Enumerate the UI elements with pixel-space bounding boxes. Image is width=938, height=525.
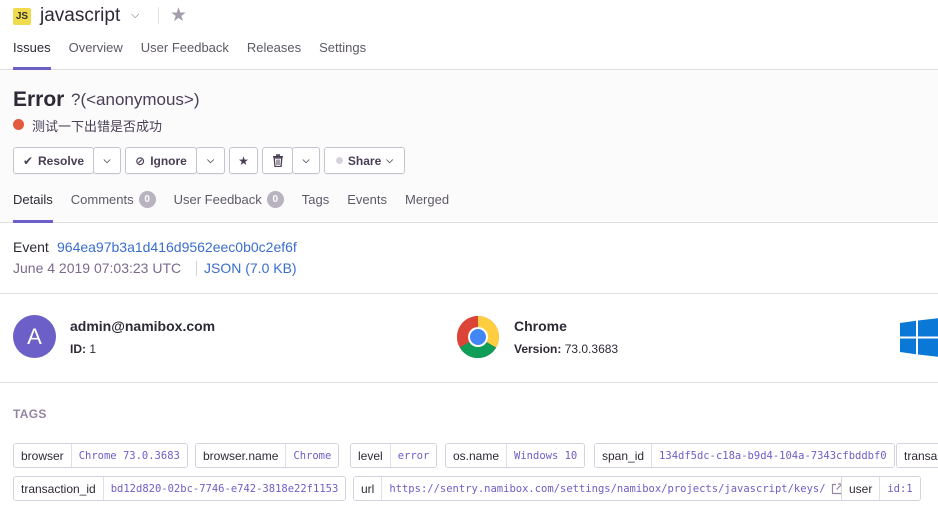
tag-pill[interactable]: transa (896, 443, 938, 468)
header-divider (158, 7, 159, 24)
event-label: Event (13, 239, 49, 255)
star-icon: ★ (238, 153, 249, 168)
feedback-count-badge: 0 (266, 191, 284, 208)
user-id: ID: 1 (70, 342, 97, 356)
event-date: June 4 2019 07:03:23 UTC (13, 260, 182, 276)
tag-value[interactable]: 134df5dc-c18a-b9d4-104a-7343cfbddbf0 (652, 444, 894, 467)
windows-logo-icon (900, 318, 938, 357)
tag-pill[interactable]: transaction_id bd12d820-02bc-7746-e742-3… (13, 476, 347, 501)
bookmark-star-icon[interactable]: ★ (170, 4, 187, 27)
share-button[interactable]: Share ⌵ (324, 147, 405, 174)
error-level-dot (13, 119, 24, 130)
tag-pill[interactable]: os.name Windows 10 (445, 443, 586, 468)
tag-pill[interactable]: browser.name Chrome (195, 443, 340, 468)
share-label: Share (347, 153, 382, 168)
tag-pill[interactable]: browser Chrome 73.0.3683 (13, 443, 188, 468)
resolve-dropdown-button[interactable]: ⌵ (93, 147, 121, 174)
issue-tabs: Details Comments 0 User Feedback 0 Tags … (13, 191, 467, 223)
tab-details[interactable]: Details (13, 192, 53, 223)
user-name: admin@namibox.com (70, 318, 216, 334)
chevron-down-icon: ⌵ (302, 155, 310, 165)
tab-events[interactable]: Events (347, 192, 387, 223)
project-name[interactable]: javascript (40, 5, 120, 27)
tag-value[interactable]: Chrome 73.0.3683 (71, 444, 187, 467)
tag-value[interactable]: https://sentry.namibox.com/settings/nami… (382, 477, 831, 500)
ignore-circle-icon: ⊘ (135, 153, 146, 168)
tab-comments[interactable]: Comments 0 (71, 191, 156, 223)
tab-user-feedback[interactable]: User Feedback 0 (174, 191, 284, 223)
nav-settings[interactable]: Settings (319, 40, 366, 70)
issue-culprit: ?(<anonymous>) (71, 90, 200, 109)
tag-value[interactable]: Windows 10 (507, 444, 585, 467)
meta-divider (196, 261, 197, 276)
event-meta: Event 964ea97b3a1d416d9562eec0b0c2ef6f J… (0, 223, 938, 294)
project-header: JS javascript ⌵ ★ Issues Overview User F… (0, 0, 938, 70)
user-avatar: A (13, 315, 56, 358)
tag-value[interactable]: id:1 (880, 477, 920, 500)
tag-value[interactable]: error (390, 444, 437, 467)
bookmark-button[interactable]: ★ (229, 147, 258, 174)
delete-dropdown-button[interactable]: ⌵ (292, 147, 320, 174)
share-status-dot (335, 157, 343, 164)
issue-title: Error (13, 88, 65, 111)
event-id-link[interactable]: 964ea97b3a1d416d9562eec0b0c2ef6f (57, 239, 297, 255)
tag-key: span_id (595, 444, 653, 467)
browser-name: Chrome (514, 318, 567, 334)
tag-key: os.name (446, 444, 508, 467)
ignore-dropdown-button[interactable]: ⌵ (196, 147, 225, 174)
tag-value[interactable]: bd12d820-02bc-7746-e742-3818e22f1153 (103, 477, 346, 500)
resolve-label: Resolve (38, 153, 85, 168)
nav-overview[interactable]: Overview (69, 40, 123, 70)
tag-pill[interactable]: user id:1 (841, 476, 921, 501)
nav-user-feedback[interactable]: User Feedback (141, 40, 229, 70)
tab-merged[interactable]: Merged (405, 192, 449, 223)
delete-button[interactable] (262, 147, 293, 174)
project-chevron-down-icon[interactable]: ⌵ (131, 9, 139, 22)
chevron-down-icon: ⌵ (103, 155, 111, 165)
tag-pill[interactable]: url https://sentry.namibox.com/settings/… (353, 476, 850, 501)
ignore-button[interactable]: ⊘ Ignore (125, 147, 197, 174)
chevron-down-icon: ⌵ (207, 155, 214, 165)
comments-count-badge: 0 (138, 191, 156, 208)
resolve-button[interactable]: ✔ Resolve (13, 147, 94, 174)
tag-key: user (842, 477, 881, 500)
project-platform-badge: JS (13, 8, 31, 25)
browser-version: Version: 73.0.3683 (514, 342, 619, 356)
tag-key: level (351, 444, 391, 467)
tag-value[interactable]: Chrome (286, 444, 339, 467)
tag-key: browser (14, 444, 72, 467)
checkmark-icon: ✔ (22, 153, 34, 168)
issue-message: 测试一下出错是否成功 (32, 119, 163, 134)
ignore-label: Ignore (150, 153, 187, 168)
project-nav: Issues Overview User Feedback Releases S… (13, 40, 384, 70)
tab-tags[interactable]: Tags (302, 192, 329, 223)
tag-key: url (354, 477, 383, 500)
tags-heading: TAGS (13, 407, 47, 421)
nav-issues[interactable]: Issues (13, 40, 51, 70)
chrome-logo-icon (456, 316, 500, 359)
issue-header: Error ?(<anonymous>) 测试一下出错是否成功 ✔ Resolv… (0, 70, 938, 223)
tag-key: transaction_id (14, 477, 104, 500)
nav-releases[interactable]: Releases (247, 40, 301, 70)
json-link[interactable]: JSON (7.0 KB) (204, 260, 297, 276)
tag-key: browser.name (196, 444, 287, 467)
tag-pill[interactable]: span_id 134df5dc-c18a-b9d4-104a-7343cfbd… (594, 443, 895, 468)
tag-key: transa (897, 444, 938, 467)
chevron-down-icon: ⌵ (386, 155, 394, 165)
tag-pill[interactable]: level error (350, 443, 438, 468)
context-summary: A admin@namibox.com ID: 1 Chrome Version… (0, 294, 938, 383)
trash-icon (272, 154, 283, 167)
